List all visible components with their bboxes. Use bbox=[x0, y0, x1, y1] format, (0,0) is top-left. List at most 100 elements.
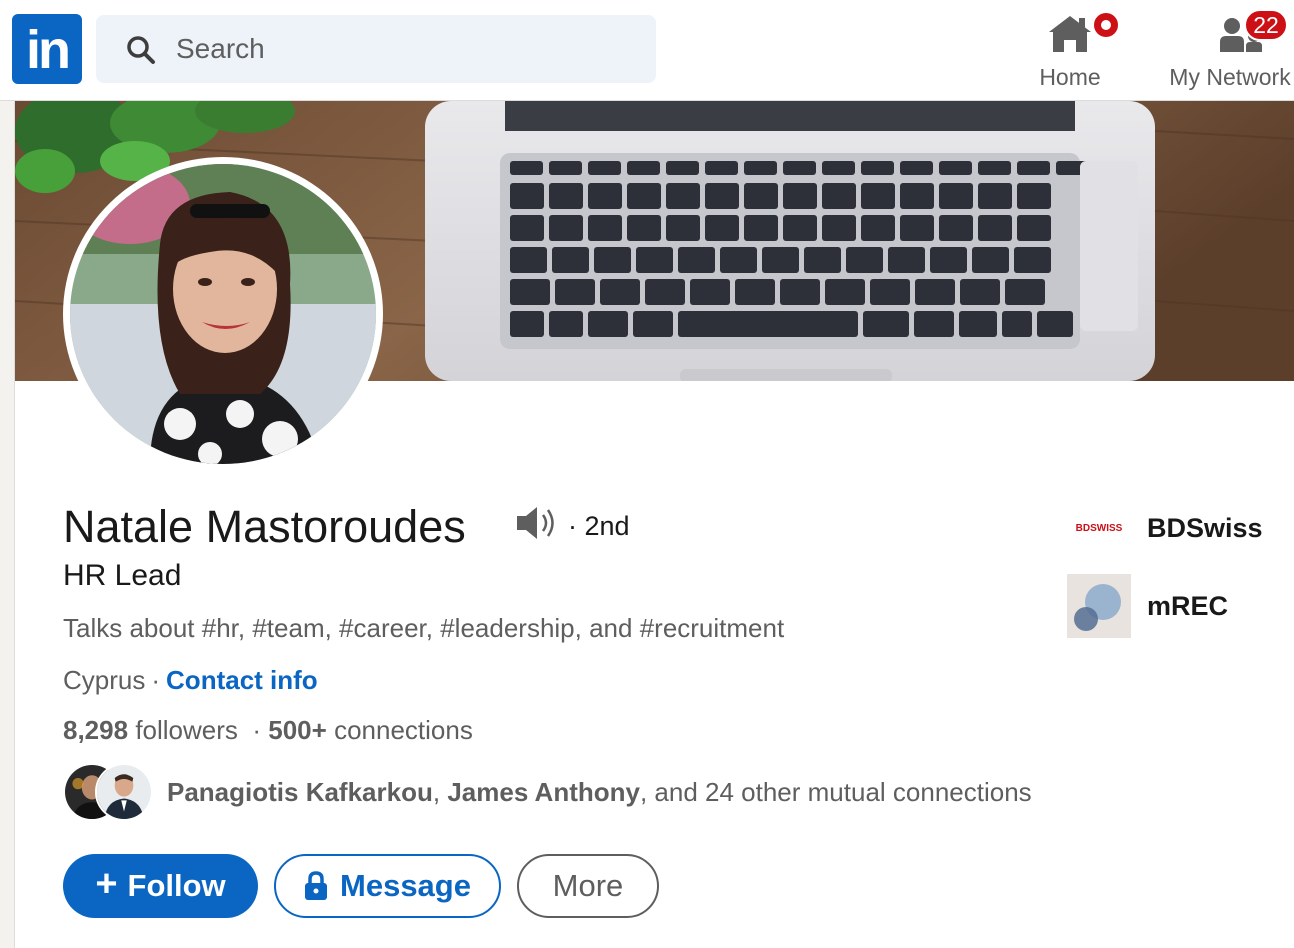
keyboard-key bbox=[627, 183, 661, 209]
company-name-bdswiss: BDSwiss bbox=[1147, 512, 1263, 543]
more-button[interactable]: More bbox=[517, 854, 659, 918]
name-pronunciation-speaker-icon[interactable] bbox=[515, 503, 559, 543]
message-button[interactable]: Message bbox=[274, 854, 501, 918]
nav-home-label: Home bbox=[1039, 64, 1101, 90]
keyboard-key bbox=[915, 279, 955, 305]
keyboard-key bbox=[972, 247, 1009, 273]
nav-home[interactable]: Home bbox=[1032, 6, 1121, 96]
keyboard-key bbox=[744, 215, 778, 241]
keyboard-key bbox=[930, 247, 967, 273]
keyboard-key bbox=[959, 311, 997, 337]
keyboard-key bbox=[678, 247, 715, 273]
keyboard-key bbox=[825, 279, 865, 305]
plus-icon: + bbox=[95, 862, 118, 905]
home-icon-wrapper bbox=[1043, 6, 1121, 62]
keyboard-key bbox=[1017, 183, 1051, 209]
profile-photo[interactable] bbox=[63, 157, 383, 471]
lock-icon bbox=[305, 871, 328, 900]
keyboard-key bbox=[939, 183, 973, 209]
location-text: Cyprus bbox=[63, 665, 146, 695]
search-icon bbox=[127, 36, 155, 64]
keyboard-key bbox=[627, 215, 661, 241]
keyboard-key bbox=[549, 311, 583, 337]
contact-info-link[interactable]: Contact info bbox=[166, 665, 318, 695]
keyboard-key bbox=[666, 161, 699, 175]
location-separator: · bbox=[151, 665, 161, 695]
keyboard-key bbox=[978, 183, 1012, 209]
keyboard-key bbox=[780, 279, 820, 305]
network-count-badge: 22 bbox=[1244, 9, 1288, 41]
company-name-mrec: mREC bbox=[1147, 590, 1229, 621]
keyboard-key bbox=[1017, 215, 1051, 241]
keyboard-key bbox=[645, 279, 685, 305]
keyboard-key bbox=[978, 215, 1012, 241]
mutual-connections[interactable]: Panagiotis Kafkarkou, James Anthony, and… bbox=[63, 763, 1032, 821]
location-line: Cyprus · Contact info bbox=[63, 665, 318, 696]
more-button-label: More bbox=[552, 868, 624, 903]
nav-my-network[interactable]: 22 My Network bbox=[1160, 6, 1294, 96]
keyboard-key bbox=[720, 247, 757, 273]
profile-photo-image bbox=[70, 164, 376, 464]
keyboard-key bbox=[1005, 279, 1045, 305]
keyboard-key bbox=[705, 161, 738, 175]
keyboard-key bbox=[510, 215, 544, 241]
keyboard-key bbox=[846, 247, 883, 273]
connection-degree: · 2nd bbox=[568, 511, 630, 541]
keyboard-key bbox=[666, 183, 700, 209]
keyboard-key bbox=[960, 279, 1000, 305]
keyboard-key bbox=[555, 279, 595, 305]
connections-count[interactable]: 500+ bbox=[268, 715, 327, 745]
keyboard-key bbox=[978, 161, 1011, 175]
keyboard-key bbox=[510, 279, 550, 305]
keyboard-key bbox=[588, 311, 628, 337]
followers-count: 8,298 bbox=[63, 715, 129, 745]
top-navigation-bar: in Home 22 My Network bbox=[0, 0, 1294, 101]
company-bdswiss[interactable]: BDSWISS BDSwiss bbox=[1067, 496, 1263, 560]
follow-button[interactable]: + Follow bbox=[63, 854, 258, 918]
keyboard-key bbox=[549, 161, 582, 175]
home-icon bbox=[1049, 16, 1091, 52]
profile-card: Natale Mastoroudes · 2nd HR Lead Talks a… bbox=[14, 101, 1294, 948]
keyboard-key bbox=[783, 183, 817, 209]
linkedin-logo[interactable]: in bbox=[12, 14, 82, 84]
keyboard-key bbox=[822, 215, 856, 241]
keyboard-key bbox=[549, 183, 583, 209]
keyboard-key bbox=[783, 161, 816, 175]
keyboard-key bbox=[870, 279, 910, 305]
keyboard-key bbox=[861, 215, 895, 241]
search-input[interactable] bbox=[176, 25, 636, 73]
keyboard-key bbox=[510, 311, 544, 337]
keyboard-key bbox=[588, 215, 622, 241]
keyboard-key bbox=[900, 215, 934, 241]
keyboard-key bbox=[1014, 247, 1051, 273]
mutual-name-2[interactable]: James Anthony bbox=[447, 777, 640, 807]
follow-button-label: Follow bbox=[127, 868, 226, 903]
keyboard-key bbox=[510, 161, 543, 175]
mutual-avatars bbox=[63, 763, 159, 821]
keyboard-key bbox=[888, 247, 925, 273]
company-mrec[interactable]: mREC bbox=[1067, 574, 1228, 638]
keyboard-key bbox=[600, 279, 640, 305]
keyboard-key bbox=[510, 247, 547, 273]
keyboard-key bbox=[705, 215, 739, 241]
keyboard-key bbox=[705, 183, 739, 209]
connections-label[interactable]: connections bbox=[334, 715, 473, 745]
keyboard-key bbox=[939, 161, 972, 175]
keyboard-key bbox=[1002, 311, 1032, 337]
keyboard-key bbox=[636, 247, 673, 273]
keyboard-key bbox=[861, 183, 895, 209]
keyboard-key bbox=[861, 161, 894, 175]
bdswiss-logo: BDSWISS bbox=[1067, 496, 1131, 560]
keyboard-key bbox=[900, 161, 933, 175]
keyboard-key bbox=[900, 183, 934, 209]
keyboard-key bbox=[744, 161, 777, 175]
keyboard-key bbox=[804, 247, 841, 273]
keyboard-key bbox=[666, 215, 700, 241]
keyboard-key bbox=[552, 247, 589, 273]
mutual-name-1[interactable]: Panagiotis Kafkarkou bbox=[167, 777, 433, 807]
keyboard-key bbox=[939, 215, 973, 241]
keyboard-key bbox=[914, 311, 954, 337]
search-bar[interactable] bbox=[96, 15, 656, 83]
keyboard-key bbox=[594, 247, 631, 273]
bdswiss-logo-text: BDSWISS bbox=[1075, 522, 1123, 534]
